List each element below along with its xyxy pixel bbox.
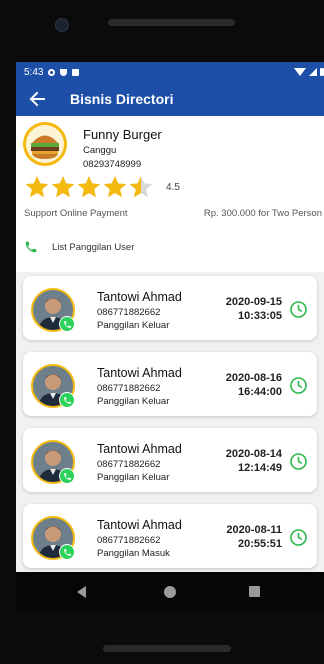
- call-type: Panggilan Masuk: [97, 548, 170, 559]
- app-screen: 5:43 Bisnis Directori Funny Burger Cangg…: [16, 62, 324, 572]
- caller-name: Tantowi Ahmad: [97, 366, 182, 380]
- signal-icon: [309, 68, 317, 76]
- star-full-icon: [103, 175, 127, 198]
- settings-status-icon: [48, 68, 56, 76]
- caller-avatar-container: [31, 440, 75, 484]
- whatsapp-icon: [59, 316, 75, 332]
- status-bar: 5:43: [16, 62, 324, 82]
- call-type: Panggilan Keluar: [97, 472, 170, 483]
- star-full-icon: [25, 175, 49, 198]
- clock-icon: [290, 377, 307, 394]
- sim-card-status-icon: [72, 68, 80, 76]
- call-date: 2020-08-14: [225, 448, 282, 460]
- clock-icon: [290, 453, 307, 470]
- front-camera: [55, 18, 69, 32]
- nav-recent-apps-icon[interactable]: [249, 586, 260, 597]
- wifi-icon: [294, 68, 306, 76]
- star-half-icon: [129, 175, 153, 198]
- caller-phone: 086771882662: [97, 383, 161, 394]
- caller-avatar-container: [31, 288, 75, 332]
- business-logo: [23, 122, 67, 166]
- call-history-item[interactable]: Tantowi Ahmad 086771882662 Panggilan Mas…: [23, 504, 317, 568]
- business-city: Canggu: [83, 145, 117, 156]
- phone-bezel-top: [0, 0, 324, 62]
- call-date: 2020-08-16: [225, 372, 282, 384]
- call-time: 12:14:49: [237, 462, 282, 474]
- app-bar: Bisnis Directori: [16, 82, 324, 116]
- caller-phone: 086771882662: [97, 307, 161, 318]
- call-date: 2020-09-15: [225, 296, 282, 308]
- system-navigation-bar: [16, 572, 324, 612]
- payment-support-text: Support Online Payment: [24, 208, 128, 219]
- business-info-card: Funny Burger Canggu 08293748999 4.5 Supp…: [16, 116, 324, 272]
- phone-icon: [25, 241, 37, 253]
- clock-icon: [290, 301, 307, 318]
- rating-stars: [24, 174, 154, 200]
- call-history-item[interactable]: Tantowi Ahmad 086771882662 Panggilan Kel…: [23, 352, 317, 416]
- caller-name: Tantowi Ahmad: [97, 442, 182, 456]
- business-name: Funny Burger: [83, 127, 162, 142]
- nav-back-icon[interactable]: [77, 586, 86, 598]
- status-time: 5:43: [24, 66, 44, 78]
- whatsapp-icon: [59, 544, 75, 560]
- star-full-icon: [51, 175, 75, 198]
- whatsapp-icon: [59, 468, 75, 484]
- back-arrow-icon[interactable]: [28, 89, 46, 109]
- call-type: Panggilan Keluar: [97, 320, 170, 331]
- caller-name: Tantowi Ahmad: [97, 518, 182, 532]
- rating-value: 4.5: [166, 182, 180, 193]
- clock-icon: [290, 529, 307, 546]
- earpiece-speaker: [108, 19, 235, 26]
- page-title: Bisnis Directori: [70, 91, 174, 107]
- call-history-item[interactable]: Tantowi Ahmad 086771882662 Panggilan Kel…: [23, 428, 317, 492]
- battery-icon: [320, 68, 324, 76]
- phone-bezel-bottom-speaker: [103, 645, 231, 652]
- caller-avatar-container: [31, 364, 75, 408]
- call-date: 2020-08-11: [226, 524, 282, 536]
- call-log-link[interactable]: List Panggilan User: [24, 240, 134, 254]
- call-time: 20:55:51: [237, 538, 282, 550]
- whatsapp-icon: [59, 392, 75, 408]
- call-time: 16:44:00: [237, 386, 282, 398]
- caller-phone: 086771882662: [97, 459, 161, 470]
- caller-phone: 086771882662: [97, 535, 161, 546]
- nav-home-icon[interactable]: [164, 586, 176, 598]
- caller-avatar-container: [31, 516, 75, 560]
- business-phone: 08293748999: [83, 159, 142, 170]
- star-full-icon: [77, 175, 101, 198]
- burger-image: [23, 122, 67, 166]
- call-type: Panggilan Keluar: [97, 396, 170, 407]
- caller-name: Tantowi Ahmad: [97, 290, 182, 304]
- call-time: 10:33:05: [237, 310, 282, 322]
- shield-status-icon: [60, 68, 68, 76]
- call-log-label: List Panggilan User: [52, 241, 135, 253]
- call-history-item[interactable]: Tantowi Ahmad 086771882662 Panggilan Kel…: [23, 276, 317, 340]
- price-text: Rp. 300.000 for Two Person: [203, 208, 322, 219]
